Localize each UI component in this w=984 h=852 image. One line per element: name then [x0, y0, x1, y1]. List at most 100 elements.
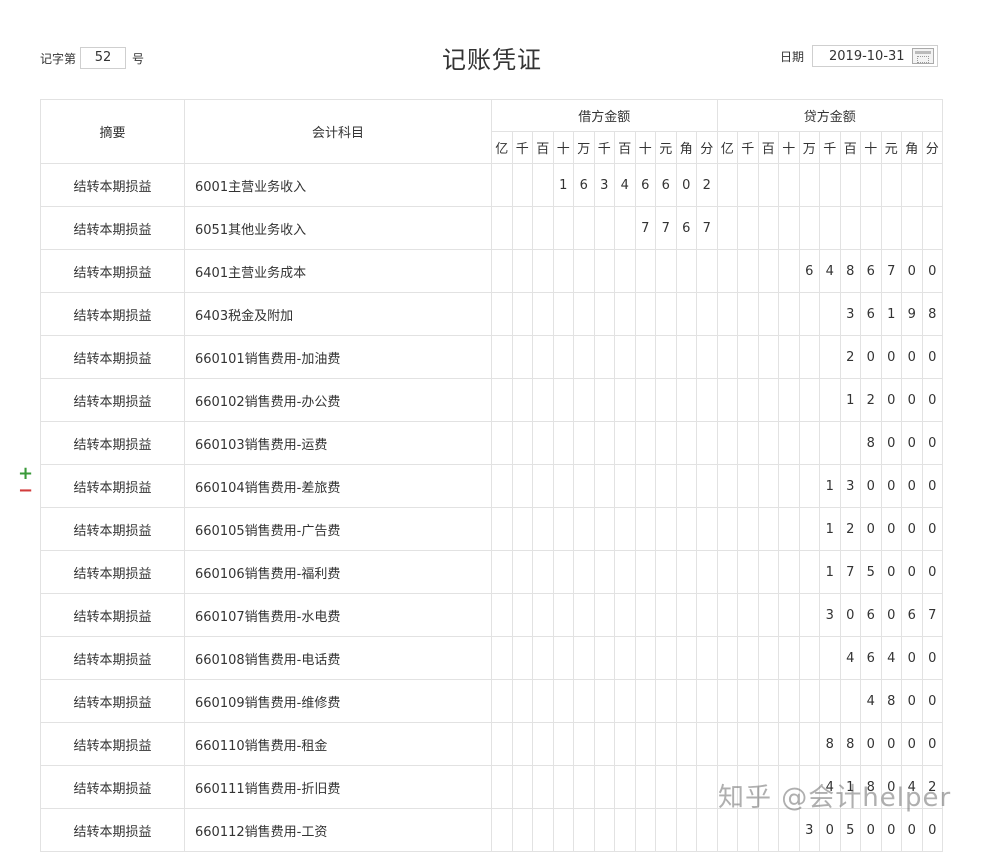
debit-digit-cell[interactable]	[491, 636, 513, 680]
credit-digit-cell[interactable]: 0	[901, 722, 923, 766]
credit-digit-cell[interactable]	[778, 464, 800, 508]
credit-digit-cell[interactable]	[716, 206, 738, 250]
credit-digit-cell[interactable]: 8	[921, 292, 943, 336]
debit-digit-cell[interactable]	[491, 206, 513, 250]
debit-digit-cell[interactable]	[655, 249, 677, 293]
debit-digit-cell[interactable]	[511, 550, 533, 594]
credit-digit-cell[interactable]	[798, 421, 820, 465]
debit-digit-cell[interactable]	[634, 421, 656, 465]
credit-digit-cell[interactable]	[778, 722, 800, 766]
debit-digit-cell[interactable]	[552, 765, 574, 809]
credit-digit-cell[interactable]: 6	[860, 249, 882, 293]
credit-digit-cell[interactable]: 0	[921, 679, 943, 723]
credit-digit-cell[interactable]: 0	[901, 249, 923, 293]
debit-digit-cell[interactable]	[491, 679, 513, 723]
debit-digit-cell[interactable]	[593, 722, 615, 766]
debit-digit-cell[interactable]	[593, 679, 615, 723]
credit-digit-cell[interactable]: 0	[880, 335, 902, 379]
credit-digit-cell[interactable]: 0	[921, 507, 943, 551]
credit-digit-cell[interactable]	[880, 206, 902, 250]
credit-digit-cell[interactable]: 0	[880, 507, 902, 551]
debit-digit-cell[interactable]	[593, 593, 615, 637]
credit-digit-cell[interactable]: 2	[839, 507, 861, 551]
credit-digit-cell[interactable]	[819, 335, 841, 379]
credit-digit-cell[interactable]: 0	[819, 808, 841, 852]
debit-digit-cell[interactable]	[655, 808, 677, 852]
debit-digit-cell[interactable]	[593, 249, 615, 293]
credit-digit-cell[interactable]	[921, 206, 943, 250]
account-cell[interactable]: 660102销售费用-办公费	[184, 378, 492, 422]
credit-digit-cell[interactable]: 8	[880, 679, 902, 723]
debit-digit-cell[interactable]	[614, 335, 636, 379]
debit-digit-cell[interactable]	[573, 765, 595, 809]
credit-digit-cell[interactable]: 0	[880, 593, 902, 637]
credit-digit-cell[interactable]	[901, 163, 923, 207]
account-cell[interactable]: 660112销售费用-工资	[184, 808, 492, 852]
debit-digit-cell[interactable]	[675, 636, 697, 680]
debit-digit-cell[interactable]	[634, 249, 656, 293]
credit-digit-cell[interactable]: 3	[819, 593, 841, 637]
account-cell[interactable]: 6001主营业务收入	[184, 163, 492, 207]
debit-digit-cell[interactable]	[696, 378, 718, 422]
credit-digit-cell[interactable]: 0	[860, 722, 882, 766]
debit-digit-cell[interactable]	[634, 378, 656, 422]
debit-digit-cell[interactable]	[491, 421, 513, 465]
account-cell[interactable]: 660104销售费用-差旅费	[184, 464, 492, 508]
debit-digit-cell[interactable]	[614, 249, 636, 293]
credit-digit-cell[interactable]	[778, 421, 800, 465]
summary-cell[interactable]: 结转本期损益	[40, 163, 185, 207]
debit-digit-cell[interactable]	[573, 378, 595, 422]
credit-digit-cell[interactable]	[798, 378, 820, 422]
credit-digit-cell[interactable]: 2	[839, 335, 861, 379]
debit-digit-cell[interactable]	[511, 636, 533, 680]
credit-digit-cell[interactable]: 0	[921, 464, 943, 508]
credit-digit-cell[interactable]	[798, 335, 820, 379]
credit-digit-cell[interactable]: 3	[839, 464, 861, 508]
debit-digit-cell[interactable]	[593, 765, 615, 809]
credit-digit-cell[interactable]	[757, 292, 779, 336]
credit-digit-cell[interactable]	[819, 292, 841, 336]
credit-digit-cell[interactable]	[757, 335, 779, 379]
debit-digit-cell[interactable]	[634, 507, 656, 551]
debit-digit-cell[interactable]	[511, 421, 533, 465]
debit-digit-cell[interactable]	[491, 163, 513, 207]
credit-digit-cell[interactable]: 0	[880, 550, 902, 594]
credit-digit-cell[interactable]: 8	[819, 722, 841, 766]
credit-digit-cell[interactable]	[757, 378, 779, 422]
debit-digit-cell[interactable]	[696, 464, 718, 508]
summary-cell[interactable]: 结转本期损益	[40, 249, 185, 293]
account-cell[interactable]: 6403税金及附加	[184, 292, 492, 336]
debit-digit-cell[interactable]	[675, 249, 697, 293]
credit-digit-cell[interactable]: 5	[860, 550, 882, 594]
summary-cell[interactable]: 结转本期损益	[40, 206, 185, 250]
account-cell[interactable]: 660108销售费用-电话费	[184, 636, 492, 680]
debit-digit-cell[interactable]	[573, 636, 595, 680]
debit-digit-cell[interactable]: 4	[614, 163, 636, 207]
summary-cell[interactable]: 结转本期损益	[40, 335, 185, 379]
debit-digit-cell[interactable]	[491, 808, 513, 852]
credit-digit-cell[interactable]: 1	[819, 507, 841, 551]
credit-digit-cell[interactable]: 0	[901, 335, 923, 379]
debit-digit-cell[interactable]	[532, 206, 554, 250]
credit-digit-cell[interactable]	[798, 163, 820, 207]
debit-digit-cell[interactable]: 3	[593, 163, 615, 207]
credit-digit-cell[interactable]	[716, 550, 738, 594]
credit-digit-cell[interactable]	[737, 636, 759, 680]
debit-digit-cell[interactable]	[552, 249, 574, 293]
credit-digit-cell[interactable]	[778, 808, 800, 852]
account-cell[interactable]: 660109销售费用-维修费	[184, 679, 492, 723]
calendar-icon[interactable]	[912, 48, 935, 64]
debit-digit-cell[interactable]	[491, 593, 513, 637]
credit-digit-cell[interactable]: 0	[880, 464, 902, 508]
debit-digit-cell[interactable]	[511, 808, 533, 852]
debit-digit-cell[interactable]	[552, 292, 574, 336]
debit-digit-cell[interactable]	[491, 292, 513, 336]
credit-digit-cell[interactable]	[737, 507, 759, 551]
credit-digit-cell[interactable]: 0	[901, 378, 923, 422]
debit-digit-cell[interactable]	[552, 593, 574, 637]
debit-digit-cell[interactable]	[614, 593, 636, 637]
summary-cell[interactable]: 结转本期损益	[40, 765, 185, 809]
credit-digit-cell[interactable]: 1	[819, 464, 841, 508]
summary-cell[interactable]: 结转本期损益	[40, 593, 185, 637]
debit-digit-cell[interactable]	[634, 335, 656, 379]
